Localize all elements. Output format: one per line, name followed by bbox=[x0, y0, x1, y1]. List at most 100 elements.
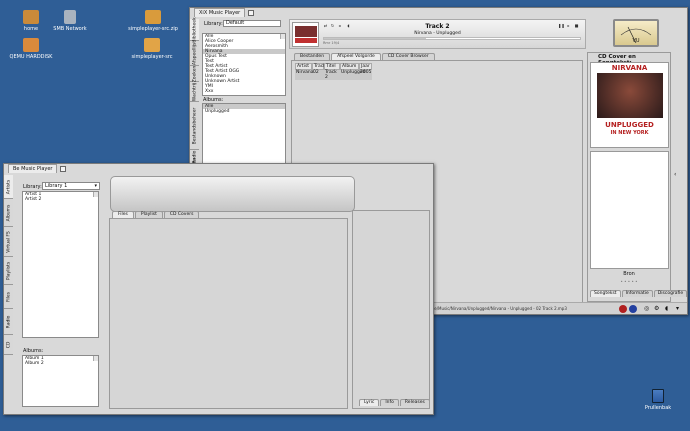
tab-cd-covers[interactable]: CD Covers bbox=[163, 211, 200, 218]
scrollbar[interactable] bbox=[93, 356, 98, 361]
status-path: /home/Music/Nirvana/Unplugged/Nirvana - … bbox=[424, 306, 567, 311]
stop-icon[interactable]: ■ bbox=[574, 23, 579, 28]
tab-info[interactable]: Info bbox=[380, 399, 399, 406]
col-album[interactable]: Album bbox=[340, 63, 359, 70]
desktop-icon-label: Prullenbak bbox=[644, 405, 672, 411]
info-panel bbox=[352, 210, 430, 409]
vu-meter: VU bbox=[613, 19, 659, 47]
tab-files[interactable]: Files bbox=[112, 211, 134, 218]
col-artist[interactable]: Artist bbox=[295, 63, 312, 70]
vtab-queue[interactable]: Wachtrij bbox=[190, 82, 199, 102]
cover-band-name: NIRVANA bbox=[611, 64, 648, 72]
tab-information[interactable]: Informatie bbox=[621, 290, 653, 297]
player-display bbox=[110, 176, 355, 212]
col-title[interactable]: Titel bbox=[324, 63, 340, 70]
tab-discography[interactable]: Discografie bbox=[653, 290, 688, 297]
vtab-cd[interactable]: CD bbox=[4, 335, 13, 355]
vtab-files[interactable]: Bestandsbeheer bbox=[190, 102, 199, 150]
be-side-tabs: Lyric Info Releases bbox=[359, 399, 431, 406]
tab-files[interactable]: Bestanden bbox=[294, 53, 331, 60]
vtab-albums[interactable]: Albums bbox=[4, 199, 13, 227]
cover-panel: CD Cover en Songtekst: NIRVANA UNPLUGGED… bbox=[587, 52, 688, 302]
library-label: Library: bbox=[204, 21, 223, 27]
scrollbar[interactable] bbox=[93, 192, 98, 197]
vtab-radio[interactable]: Radio bbox=[4, 309, 13, 335]
vtab-files[interactable]: Files bbox=[4, 285, 13, 309]
library-select[interactable]: Library 1 ▾ bbox=[42, 182, 100, 190]
vtab-search[interactable]: Zoeken bbox=[190, 65, 199, 82]
home-folder-icon bbox=[23, 10, 39, 24]
cover-bottom-tabs: Songtekst Informatie Discografie bbox=[590, 290, 688, 297]
status-blue-icon[interactable] bbox=[629, 305, 637, 313]
desktop-icon-label: simpleplayer-src.zip bbox=[128, 26, 178, 32]
seek-bar[interactable] bbox=[323, 37, 581, 40]
library-select[interactable]: Default bbox=[223, 20, 281, 27]
player-header: ⇄ ↻ ◂ ◖ Track 2 Nirvana - Unplugged ❚❚ ▸… bbox=[289, 19, 586, 49]
resize-arrow-icon[interactable]: ‹ bbox=[674, 171, 676, 178]
be-window: Be Music Player Artists Albums Virtual F… bbox=[3, 163, 434, 415]
xix-titlebar[interactable]: XiX Music Player bbox=[190, 8, 687, 17]
desktop-icon-zip[interactable]: simpleplayer-src.zip bbox=[128, 10, 178, 32]
window-title: Be Music Player bbox=[8, 164, 58, 173]
next-icon[interactable]: ▸ bbox=[566, 23, 571, 28]
desktop-icon-trash[interactable]: Prullenbak bbox=[636, 389, 680, 411]
chevron-down-icon: ▾ bbox=[94, 183, 97, 189]
pause-icon[interactable]: ❚❚ bbox=[558, 23, 565, 28]
be-titlebar[interactable]: Be Music Player bbox=[4, 164, 433, 173]
zoom-button[interactable] bbox=[60, 165, 67, 172]
time-display: Rmr 19/4 bbox=[323, 41, 340, 45]
desktop-icon-label: SMB Network bbox=[53, 26, 87, 32]
status-settings-icon[interactable]: ⚙ bbox=[654, 305, 659, 312]
be-vertical-tabs: Artists Albums Virtual FS Playlists File… bbox=[4, 175, 13, 355]
desktop-icon-label: simpleplayer-src bbox=[131, 54, 173, 60]
status-red-icon[interactable] bbox=[619, 305, 627, 313]
harddisk-icon bbox=[23, 38, 39, 52]
artist-list[interactable]: Artist 1 Artist 2 bbox=[22, 191, 99, 338]
tab-playlist[interactable]: Playlist bbox=[134, 211, 163, 218]
folder-icon bbox=[144, 38, 160, 52]
cover-subtitle: IN NEW YORK bbox=[610, 130, 649, 136]
library-label: Library: bbox=[23, 184, 42, 190]
tab-releases[interactable]: Releases bbox=[399, 399, 430, 406]
tab-play-order[interactable]: Afspeel Volgorde bbox=[331, 53, 381, 60]
window-title: XiX Music Player bbox=[194, 8, 246, 17]
desktop-icon-smb[interactable]: SMB Network bbox=[48, 10, 92, 32]
status-globe-icon[interactable]: ◎ bbox=[644, 305, 649, 312]
desktop-icon-src-folder[interactable]: simpleplayer-src bbox=[130, 38, 174, 60]
source-label: Bron bbox=[623, 271, 635, 277]
vtab-playlists[interactable]: Playlists bbox=[4, 257, 13, 285]
xix-main-tabs: Bestanden Afspeel Volgorde CD Cover Brow… bbox=[294, 53, 436, 60]
albums-label: Albums: bbox=[23, 348, 44, 354]
rating-stars[interactable]: • • • • • bbox=[588, 279, 670, 284]
album-list[interactable]: Album 1 Album 2 bbox=[22, 355, 99, 407]
artist-list[interactable]: Alle Alice Cooper Aerosmith Nirvana Opus… bbox=[202, 33, 286, 96]
files-panel bbox=[109, 218, 348, 409]
track-subtitle: Nirvana - Unplugged bbox=[414, 31, 461, 36]
vtab-library[interactable]: Bibliotheek bbox=[190, 17, 199, 42]
list-item[interactable]: Xxx bbox=[203, 89, 285, 94]
cover-title: UNPLUGGED bbox=[605, 121, 654, 129]
desktop-icon-home[interactable]: home bbox=[9, 10, 53, 32]
status-minimize-icon[interactable]: ▾ bbox=[676, 305, 679, 312]
desktop-icon-label: home bbox=[23, 26, 39, 32]
vtab-artists[interactable]: Artists bbox=[4, 175, 13, 199]
scrollbar[interactable] bbox=[280, 34, 285, 39]
lyrics-area bbox=[590, 151, 669, 269]
status-volume-icon[interactable]: ◖ bbox=[665, 305, 668, 312]
table-row[interactable]: Nirvana 02 Track 2 Unplugged 2005 bbox=[295, 70, 372, 80]
table-header: Artist Track Titel Album Jaar bbox=[295, 63, 372, 70]
list-item[interactable]: Artist 2 bbox=[23, 197, 98, 202]
tab-lyric[interactable]: Lyric bbox=[359, 399, 380, 406]
zoom-button[interactable] bbox=[248, 9, 255, 16]
tab-cd-cover-browser[interactable]: CD Cover Browser bbox=[381, 53, 435, 60]
tab-lyrics[interactable]: Songtekst bbox=[590, 290, 621, 297]
zip-archive-icon bbox=[145, 10, 161, 24]
col-year[interactable]: Jaar bbox=[359, 63, 372, 70]
desktop-icon-harddisk[interactable]: QEMU HARDDISK bbox=[9, 38, 53, 60]
list-item[interactable]: Unplugged bbox=[203, 109, 285, 114]
vtab-virtual-fs[interactable]: Virtual FS bbox=[4, 227, 13, 257]
vtab-playlist[interactable]: Afspeellijst bbox=[190, 41, 199, 66]
list-item[interactable]: Album 2 bbox=[23, 361, 98, 366]
cd-cover-image: NIRVANA UNPLUGGED IN NEW YORK bbox=[590, 62, 669, 148]
col-track[interactable]: Track bbox=[312, 63, 326, 70]
